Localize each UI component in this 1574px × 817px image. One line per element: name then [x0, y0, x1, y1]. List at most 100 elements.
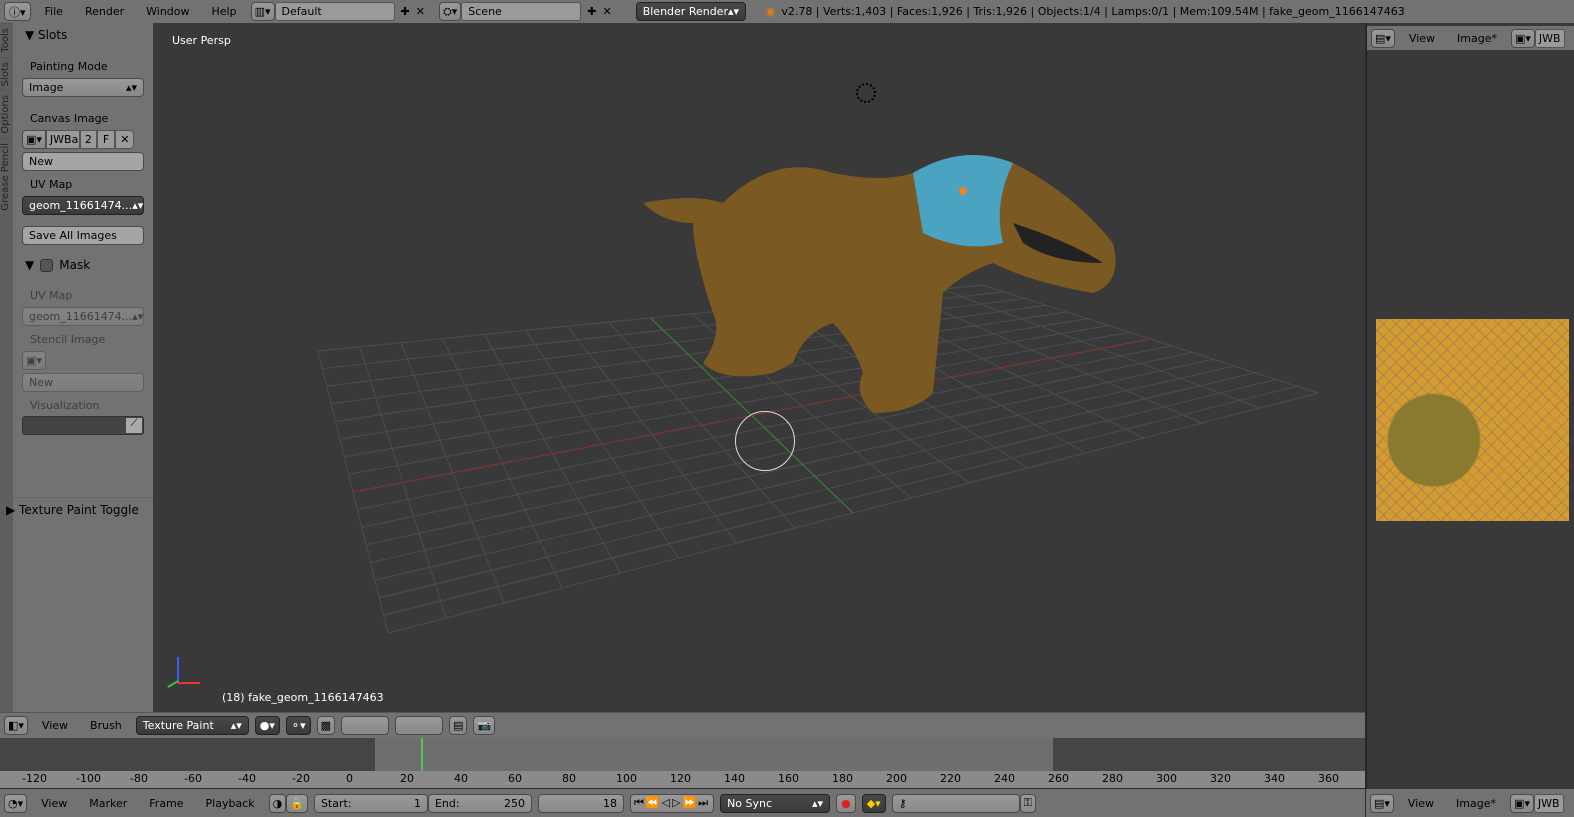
menu-brush[interactable]: Brush — [82, 719, 130, 732]
keying-set-field[interactable]: ⚷ — [891, 793, 1020, 813]
ruler-tick-label: 320 — [1210, 772, 1231, 785]
timeline-area[interactable] — [0, 738, 1365, 771]
close-scene-icon[interactable]: ✕ — [602, 5, 611, 18]
stencil-new-button[interactable]: New — [22, 373, 144, 392]
start-frame-field[interactable]: Start: 1 — [313, 793, 428, 813]
ruler-tick-label: 180 — [832, 772, 853, 785]
ruler-tick-label: -40 — [238, 772, 256, 785]
current-frame-line[interactable] — [421, 738, 423, 771]
mask-uv-label: UV Map — [30, 289, 73, 302]
texture-paint-toggle-header[interactable]: ▶ Texture Paint Toggle — [6, 497, 153, 517]
fake-user-toggle[interactable]: F — [96, 130, 116, 149]
menu-image-2[interactable]: Image* — [1448, 797, 1504, 810]
ruler-tick-label: -60 — [184, 772, 202, 785]
ruler-tick-label: 0 — [346, 772, 353, 785]
view-name: User Persp — [172, 34, 231, 47]
engine-select[interactable]: Blender Render ▴▾ — [635, 2, 746, 21]
visualization-color[interactable]: ⟋ — [22, 416, 144, 435]
3d-viewport[interactable]: User Persp (18) fake_geom_1166147463 — [153, 23, 1365, 712]
menu-playback[interactable]: Playback — [198, 797, 263, 810]
image-browse-icon-2[interactable]: ▣▾ — [1509, 793, 1534, 813]
face-mask-icon[interactable]: ▩ — [316, 716, 336, 735]
ruler-tick-label: 260 — [1048, 772, 1069, 785]
tab-slots[interactable]: Slots — [0, 56, 11, 91]
shading-select[interactable]: ●▾ — [254, 716, 280, 735]
image-editor-type-icon-2[interactable]: ▤▾ — [1370, 793, 1394, 813]
menu-render[interactable]: Render — [77, 5, 132, 18]
layers-grid-1[interactable] — [341, 716, 390, 735]
menu-view[interactable]: View — [34, 719, 76, 732]
menu-marker[interactable]: Marker — [81, 797, 135, 810]
menu-help[interactable]: Help — [204, 5, 245, 18]
ruler-tick-label: -80 — [130, 772, 148, 785]
current-frame-field[interactable]: 18 — [537, 793, 624, 813]
render-icon[interactable]: 📷 — [473, 716, 496, 735]
ruler-tick-label: 240 — [994, 772, 1015, 785]
layers-grid-2[interactable] — [395, 716, 444, 735]
image-editor-type-icon[interactable]: ▤▾ — [1371, 28, 1395, 48]
image-name-field-2[interactable]: JWB — [1533, 793, 1564, 813]
info-editor-icon[interactable]: ⓘ▾ — [4, 2, 31, 21]
ruler-tick-label: -20 — [292, 772, 310, 785]
editor-type-icon[interactable]: ◧▾ — [4, 716, 28, 735]
uv-texture-image — [1376, 319, 1569, 521]
menu-tl-view[interactable]: View — [33, 797, 75, 810]
record-icon[interactable]: ● — [836, 793, 856, 813]
mask-title: Mask — [59, 258, 91, 272]
save-all-images-button[interactable]: Save All Images — [22, 226, 144, 245]
playback-controls[interactable]: ⏮⏪◁▷⏩⏭ — [629, 793, 715, 813]
canvas-name[interactable]: JWBa — [45, 130, 80, 149]
mask-checkbox[interactable] — [40, 258, 54, 272]
blender-logo-icon: ◉ — [765, 5, 776, 18]
image-editor[interactable]: ▤▾ View Image* ▣▾ JWB — [1366, 23, 1574, 789]
eyedropper-icon[interactable]: ⟋ — [126, 418, 142, 433]
slots-panel-header[interactable]: ▼ Slots — [25, 28, 67, 42]
scene-icon[interactable]: ⛭▾ — [438, 2, 462, 21]
tab-grease-pencil[interactable]: Grease Pencil — [0, 137, 11, 215]
mode-select[interactable]: Texture Paint ▴▾ — [135, 716, 249, 735]
painting-mode-select[interactable]: Image ▴▾ — [22, 78, 144, 97]
menu-image-view-2[interactable]: View — [1400, 797, 1442, 810]
canvas-image-selector[interactable]: ▣▾ JWBa 2 F ✕ — [22, 130, 144, 149]
layout-field[interactable]: Default — [274, 2, 395, 21]
canvas-users[interactable]: 2 — [79, 130, 97, 149]
end-frame-field[interactable]: End: 250 — [427, 793, 532, 813]
layout-icon[interactable]: ▥▾ — [250, 2, 275, 21]
add-scene-icon[interactable]: ✚ — [587, 5, 596, 18]
new-image-button[interactable]: New — [22, 152, 144, 171]
unlink-icon[interactable]: ✕ — [115, 130, 135, 149]
uv-map-select[interactable]: geom_11661474... ▴▾ — [22, 196, 144, 215]
scene-field[interactable]: Scene — [461, 2, 582, 21]
tab-options[interactable]: Options — [0, 90, 11, 138]
image-name-field[interactable]: JWB — [1534, 28, 1565, 48]
painting-mode-label: Painting Mode — [30, 60, 108, 73]
timeline-editor-icon[interactable]: ◔▾ — [4, 793, 28, 813]
menu-image[interactable]: Image* — [1449, 32, 1505, 45]
keying-icon[interactable]: ◆▾ — [861, 793, 886, 813]
preview-range-icon[interactable]: ◑ — [268, 793, 287, 813]
timeline-ruler: -120 -100 -80 -60 -40 -20 0 20 40 60 80 100 120 140 16… — [0, 771, 1365, 788]
tab-tools[interactable]: Tools — [0, 23, 11, 57]
3d-cursor[interactable] — [856, 83, 876, 103]
image-browse-icon-right[interactable]: ▣▾ — [1510, 28, 1535, 48]
stencil-browse-icon[interactable]: ▣▾ — [22, 351, 46, 370]
lock-icon[interactable]: 🔒 — [286, 793, 308, 813]
timeline-header: ◔▾ View Marker Frame Playback ◑ 🔒 Start:… — [0, 789, 1365, 817]
pivot-select[interactable]: ⚬▾ — [285, 716, 311, 735]
lock-camera-icon[interactable]: ▤ — [449, 716, 468, 735]
sync-select[interactable]: No Sync ▴▾ — [720, 793, 831, 813]
image-browse-icon[interactable]: ▣▾ — [22, 130, 46, 149]
menu-window[interactable]: Window — [138, 5, 197, 18]
close-layout-icon[interactable]: ✕ — [416, 5, 425, 18]
ruler-tick-label: 200 — [886, 772, 907, 785]
menu-file[interactable]: File — [37, 5, 71, 18]
texture-paint-toggle-title: Texture Paint Toggle — [19, 503, 139, 517]
menu-frame[interactable]: Frame — [141, 797, 191, 810]
ruler-tick-label: 60 — [508, 772, 522, 785]
mask-uv-select[interactable]: geom_11661474... ▴▾ — [22, 307, 144, 326]
add-layout-icon[interactable]: ✚ — [401, 5, 410, 18]
menu-image-view[interactable]: View — [1401, 32, 1443, 45]
insert-key-icon[interactable]: ⚿ — [1019, 793, 1037, 813]
mask-panel-header[interactable]: ▼ Mask — [25, 258, 90, 272]
engine-label: Blender Render — [642, 5, 728, 18]
